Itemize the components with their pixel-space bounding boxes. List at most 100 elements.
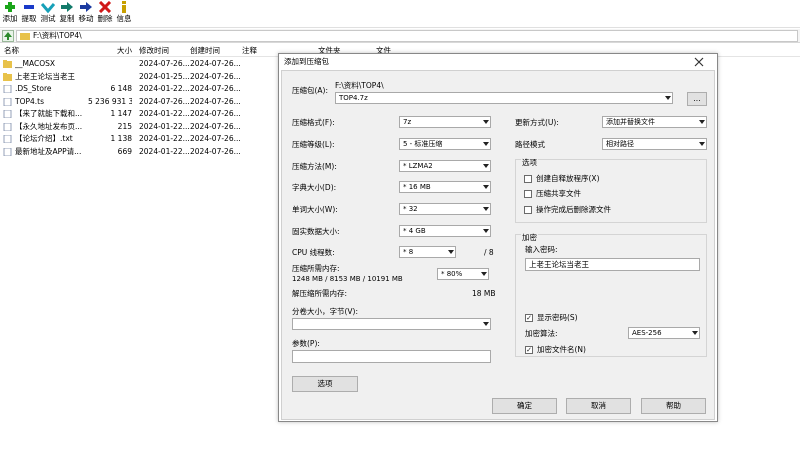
method-value: * LZMA2 [403, 162, 433, 170]
format-select[interactable]: 7z [399, 116, 491, 128]
file-name: 【来了就能下载和... [15, 109, 83, 118]
column-comment[interactable]: 注释 [242, 46, 257, 56]
cpu-threads-value: * 8 [403, 248, 414, 256]
compress-shared-checkbox[interactable] [524, 190, 532, 198]
minus-icon [24, 5, 34, 9]
encryption-method-select[interactable]: AES-256 [628, 327, 700, 339]
info-icon [122, 1, 126, 13]
column-name[interactable]: 名称 [4, 46, 19, 56]
path-mode-value: 相对路径 [606, 140, 634, 148]
file-modified: 2024-01-25... [139, 71, 190, 81]
plus-icon [5, 2, 15, 12]
update-mode-value: 添加并替换文件 [606, 118, 655, 126]
file-row[interactable]: TOP4.ts 5 236 931 3... 2024-07-26...2024-0… [0, 96, 280, 108]
column-size[interactable]: 大小 [117, 46, 132, 56]
file-row[interactable]: 【来了就能下载和... 1 147 2024-01-22... 2024-07-26.… [0, 108, 280, 120]
encrypt-names-label: 加密文件名(N) [537, 345, 586, 354]
file-row[interactable]: 【论坛介绍】.txt 1 138 2024-01-22... 2024-07-26..… [0, 133, 280, 145]
file-modified: 2024-01-22... [139, 134, 190, 143]
dictionary-label: 字典大小(D): [292, 183, 337, 192]
address-path: F:\资料\TOP4\ [33, 31, 82, 40]
dictionary-select[interactable]: * 16 MB [399, 181, 491, 193]
folder-icon [3, 72, 12, 81]
file-modified: 2024-01-22... [139, 146, 190, 156]
decompression-memory-value: 18 MB [472, 289, 496, 298]
file-icon [3, 97, 12, 106]
file-row[interactable]: 【永久地址发布页... 215 2024-01-22... 2024-07-26... [0, 121, 280, 133]
browse-button[interactable]: ... [687, 92, 707, 106]
folder-icon [20, 33, 30, 40]
file-modified: 2024-01-22... [139, 84, 190, 93]
file-created: 2024-07-26... [190, 109, 241, 118]
chevron-down-icon [448, 250, 454, 254]
parameters-input[interactable] [292, 350, 491, 363]
chevron-down-icon [483, 142, 489, 146]
level-select[interactable]: 5 - 标准压缩 [399, 138, 491, 150]
file-created: 2024-07-26... [190, 121, 241, 131]
chevron-down-icon [483, 164, 489, 168]
file-created: 2024-07-26... [190, 84, 241, 93]
file-row[interactable]: 最新地址及APP请... 669 2024-01-22... 2024-07-26..… [0, 146, 280, 158]
help-button[interactable]: 帮助 [641, 398, 706, 414]
encryption-method-label: 加密算法: [525, 329, 558, 338]
file-row[interactable]: 上老王论坛当老王 2024-01-25... 2024-07-26... [0, 71, 280, 83]
options-group-title: 选项 [521, 158, 538, 168]
split-volume-select[interactable] [292, 318, 491, 330]
decompression-memory-label: 解压缩所需内存: [292, 289, 348, 298]
file-size: 215 [117, 121, 132, 131]
file-name: .DS_Store [15, 84, 52, 93]
chevron-down-icon [483, 120, 489, 124]
dictionary-value: * 16 MB [403, 183, 431, 191]
word-size-select[interactable]: * 32 [399, 203, 491, 215]
file-modified: 2024-01-22... [139, 121, 190, 131]
add-to-archive-dialog: 添加到压缩包 压缩包(A): F:\资料\TOP4\ TOP4.7z ... 压… [278, 53, 718, 422]
address-field[interactable]: F:\资料\TOP4\ [16, 30, 798, 42]
show-password-label: 显示密码(S) [537, 313, 578, 322]
split-volume-label: 分卷大小，字节(V): [292, 307, 359, 316]
create-sfx-checkbox[interactable] [524, 175, 532, 183]
file-row[interactable]: __MACOSX 2024-07-26... 2024-07-26... [0, 58, 280, 70]
options-button[interactable]: 选项 [292, 376, 358, 392]
column-modified[interactable]: 修改时间 [139, 46, 169, 56]
column-created[interactable]: 创建时间 [190, 46, 220, 56]
info-button[interactable]: 信息 [115, 1, 133, 27]
encryption-group-title: 加密 [521, 233, 538, 243]
update-mode-select[interactable]: 添加并替换文件 [602, 116, 707, 128]
folder-icon [3, 60, 12, 68]
file-created: 2024-07-26... [190, 71, 241, 81]
path-mode-select[interactable]: 相对路径 [602, 138, 707, 150]
show-password-checkbox[interactable]: ✓ [525, 314, 533, 322]
password-input[interactable]: 上老王论坛当老王 [525, 258, 700, 271]
file-row[interactable]: .DS_Store 6 148 2024-01-22... 2024-07-26... [0, 83, 280, 95]
encrypt-names-checkbox[interactable]: ✓ [525, 346, 533, 354]
solid-size-value: * 4 GB [403, 227, 426, 235]
chevron-down-icon [483, 322, 489, 326]
file-icon [3, 122, 12, 131]
solid-size-label: 固实数据大小: [292, 227, 340, 236]
cancel-button[interactable]: 取消 [566, 398, 631, 414]
encryption-method-value: AES-256 [632, 329, 662, 337]
method-select[interactable]: * LZMA2 [399, 160, 491, 172]
archive-name-input[interactable]: TOP4.7z [335, 92, 673, 104]
close-icon[interactable] [685, 56, 713, 68]
word-size-value: * 32 [403, 205, 418, 213]
chevron-down-icon [481, 272, 487, 276]
file-name: 最新地址及APP请... [15, 146, 82, 156]
delete-after-label: 操作完成后删除源文件 [536, 205, 611, 214]
level-value: 5 - 标准压缩 [403, 140, 443, 148]
file-icon [3, 135, 12, 143]
path-mode-label: 路径模式 [515, 140, 545, 149]
cpu-threads-select[interactable]: * 8 [399, 246, 456, 258]
copy-arrow-icon [61, 2, 73, 12]
address-bar: F:\资料\TOP4\ [0, 29, 800, 43]
ok-button[interactable]: 确定 [492, 398, 557, 414]
check-icon [41, 3, 55, 13]
password-label: 输入密码: [525, 245, 558, 254]
memory-percent-select[interactable]: * 80% [437, 268, 489, 280]
toolbar: 添加 提取 测试 复制 移动 删除 信息 [0, 0, 800, 28]
delete-after-checkbox[interactable] [524, 206, 532, 214]
chevron-down-icon [483, 207, 489, 211]
solid-size-select[interactable]: * 4 GB [399, 225, 491, 237]
up-folder-button[interactable] [2, 30, 14, 42]
level-label: 压缩等级(L): [292, 140, 335, 149]
